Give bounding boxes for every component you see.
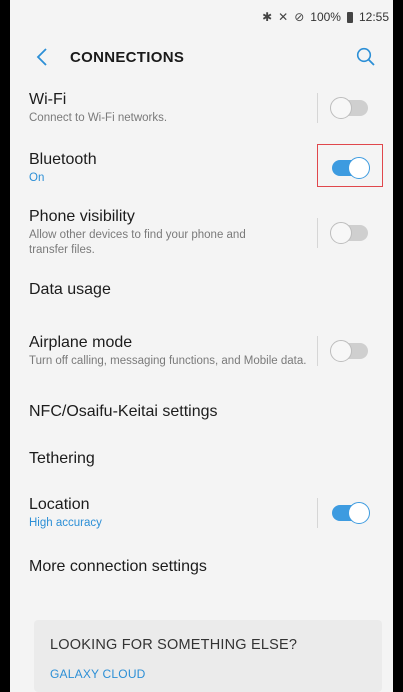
app-bar: CONNECTIONS bbox=[10, 34, 393, 80]
divider bbox=[317, 335, 318, 366]
wifi-subtitle: Connect to Wi-Fi networks. bbox=[29, 112, 168, 124]
do-not-disturb-icon: ⊘ bbox=[294, 10, 305, 24]
data-usage-row[interactable]: Data usage bbox=[10, 266, 393, 313]
page-title: CONNECTIONS bbox=[70, 48, 185, 66]
more-connection-settings-title: More connection settings bbox=[29, 558, 207, 575]
card-title: LOOKING FOR SOMETHING ELSE? bbox=[50, 637, 298, 653]
location-row[interactable]: Location High accuracy bbox=[10, 482, 393, 544]
search-icon[interactable] bbox=[351, 42, 381, 72]
location-toggle[interactable] bbox=[332, 502, 370, 524]
nfc-title: NFC/Osaifu-Keitai settings bbox=[29, 402, 218, 420]
location-title: Location bbox=[29, 496, 90, 513]
phone-visibility-toggle[interactable] bbox=[330, 221, 368, 244]
back-chevron-icon[interactable] bbox=[28, 43, 56, 71]
tethering-row[interactable]: Tethering bbox=[10, 435, 393, 482]
bluetooth-subtitle: On bbox=[29, 171, 45, 184]
toggle-knob bbox=[330, 97, 352, 119]
phone-visibility-subtitle: Allow other devices to find your phone a… bbox=[29, 229, 246, 256]
airplane-mode-subtitle: Turn off calling, messaging functions, a… bbox=[29, 354, 307, 367]
phone-visibility-title: Phone visibility bbox=[29, 208, 135, 225]
wifi-title: Wi-Fi bbox=[29, 91, 67, 108]
no-signal-icon: ✕ bbox=[278, 10, 289, 24]
location-subtitle: High accuracy bbox=[29, 517, 102, 529]
toggle-knob bbox=[348, 156, 370, 179]
battery-icon bbox=[346, 11, 353, 23]
galaxy-cloud-link[interactable]: GALAXY CLOUD bbox=[50, 667, 382, 681]
divider bbox=[317, 217, 318, 248]
toggle-knob bbox=[348, 502, 370, 524]
data-usage-title: Data usage bbox=[29, 280, 111, 298]
status-bar: ✱ ✕ ⊘ 100% 12:55 bbox=[10, 0, 393, 34]
clock: 12:55 bbox=[358, 10, 389, 24]
more-connection-settings-row[interactable]: More connection settings bbox=[10, 544, 393, 590]
nfc-row[interactable]: NFC/Osaifu-Keitai settings bbox=[10, 388, 393, 435]
airplane-mode-row[interactable]: Airplane mode Turn off calling, messagin… bbox=[10, 313, 393, 388]
toggle-knob bbox=[330, 221, 352, 244]
divider bbox=[317, 498, 318, 528]
bluetooth-title: Bluetooth bbox=[29, 150, 97, 168]
battery-percent: 100% bbox=[310, 10, 341, 24]
bluetooth-icon: ✱ bbox=[262, 10, 273, 24]
divider bbox=[317, 93, 318, 123]
wifi-row[interactable]: Wi-Fi Connect to Wi-Fi networks. bbox=[10, 80, 393, 136]
phone-visibility-row[interactable]: Phone visibility Allow other devices to … bbox=[10, 199, 393, 266]
wifi-toggle[interactable] bbox=[330, 97, 368, 119]
phone-screen: ✱ ✕ ⊘ 100% 12:55 CONNECTIONS Wi-Fi Conne… bbox=[10, 0, 393, 692]
settings-list: Wi-Fi Connect to Wi-Fi networks. Bluetoo… bbox=[10, 80, 393, 590]
bluetooth-row[interactable]: Bluetooth On bbox=[10, 136, 393, 199]
airplane-mode-title: Airplane mode bbox=[29, 333, 133, 351]
suggestion-card: LOOKING FOR SOMETHING ELSE? GALAXY CLOUD bbox=[34, 620, 382, 692]
tethering-title: Tethering bbox=[29, 449, 95, 467]
airplane-mode-toggle[interactable] bbox=[330, 339, 368, 362]
divider bbox=[317, 152, 318, 183]
bluetooth-toggle[interactable] bbox=[332, 156, 370, 179]
toggle-knob bbox=[330, 339, 352, 362]
